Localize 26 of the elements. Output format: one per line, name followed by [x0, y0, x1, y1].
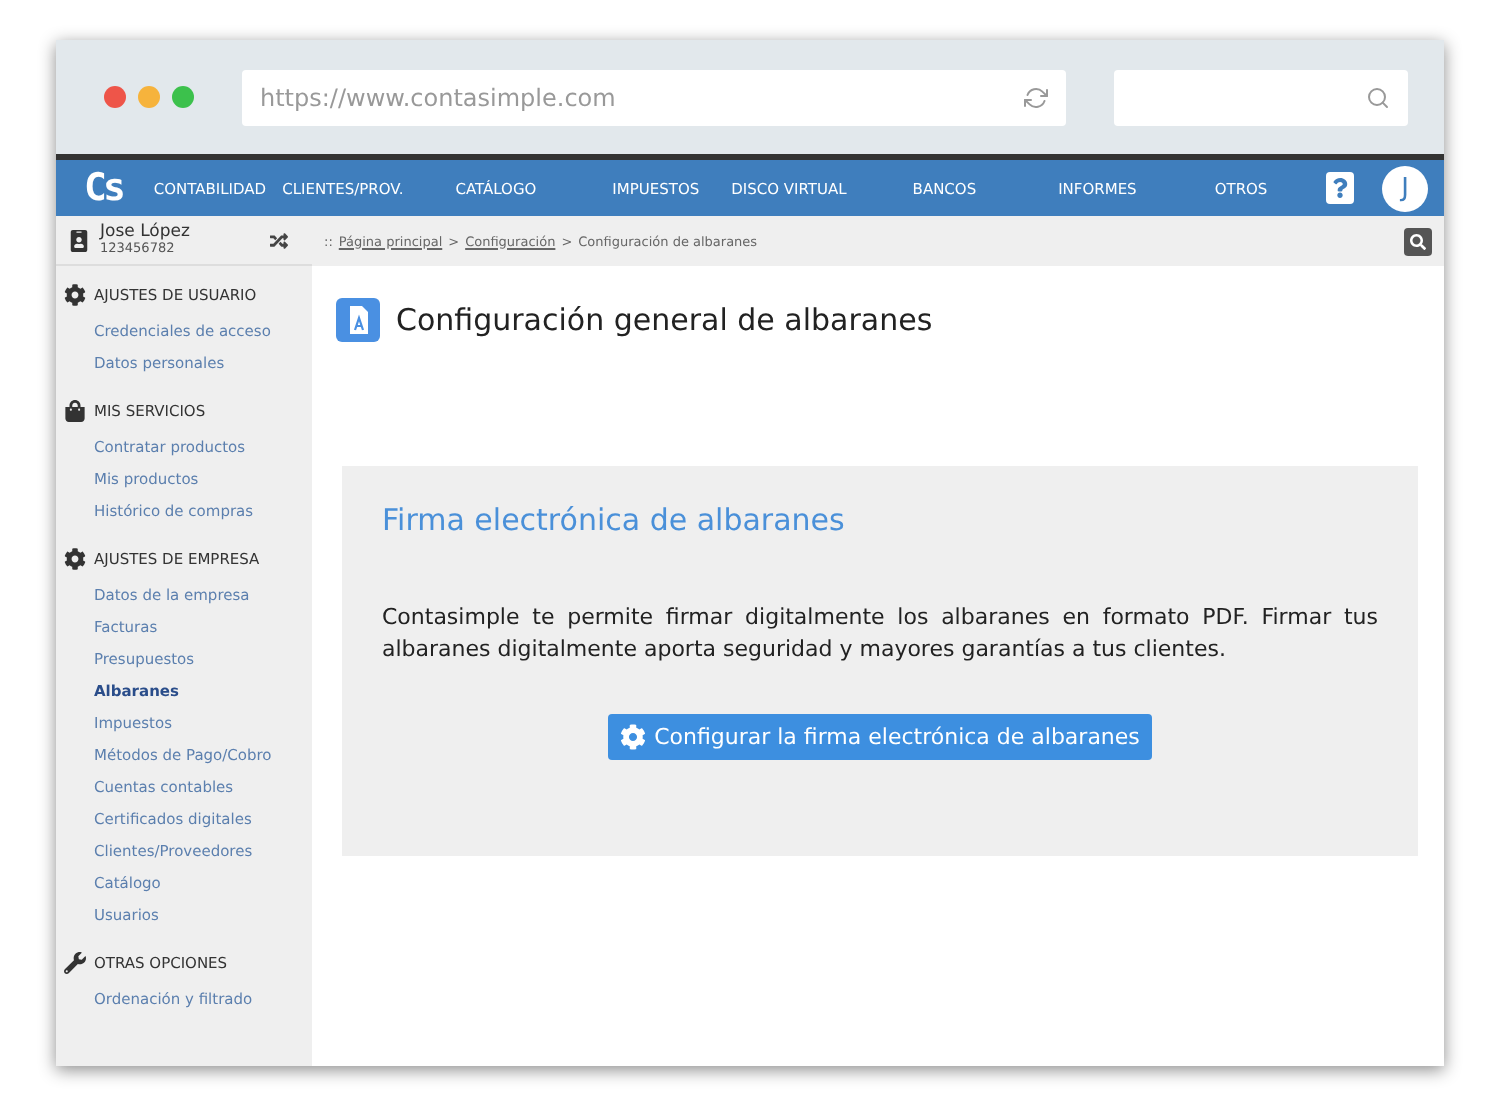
bag-icon [64, 400, 86, 422]
help-icon [1330, 178, 1350, 198]
help-button[interactable] [1326, 172, 1354, 204]
page-title: Configuración general de albaranes [396, 302, 933, 338]
logo[interactable]: Cs [84, 166, 122, 210]
user-name: Jose López [100, 223, 190, 241]
gear-icon [620, 724, 647, 750]
minimize-dot[interactable] [138, 86, 160, 108]
shuffle-icon[interactable] [270, 231, 288, 249]
wrench-icon [64, 952, 86, 974]
card-description: Contasimple te permite firmar digitalmente los albaranes en formato PDF. Firmar tus albaranes digitalmente aporta seguridad y mayores garantías a tus clientes. [382, 602, 1378, 666]
configure-signature-button[interactable]: Configurar la firma electrónica de albaranes [608, 714, 1152, 760]
contact-card-icon [68, 229, 90, 251]
user-avatar[interactable]: J [1382, 165, 1428, 211]
maximize-dot[interactable] [172, 86, 194, 108]
gear-icon [64, 284, 86, 306]
document-icon [336, 298, 380, 342]
browser-search-field[interactable] [1114, 69, 1408, 125]
address-bar[interactable]: https://www.contasimple.com [242, 69, 1066, 125]
gear-icon [64, 548, 86, 570]
search-button[interactable] [1404, 227, 1432, 255]
card-title: Firma electrónica de albaranes [382, 502, 847, 538]
search-icon [1366, 85, 1390, 109]
search-icon [1410, 233, 1426, 249]
reload-icon[interactable] [1024, 85, 1048, 109]
close-dot[interactable] [104, 86, 126, 108]
